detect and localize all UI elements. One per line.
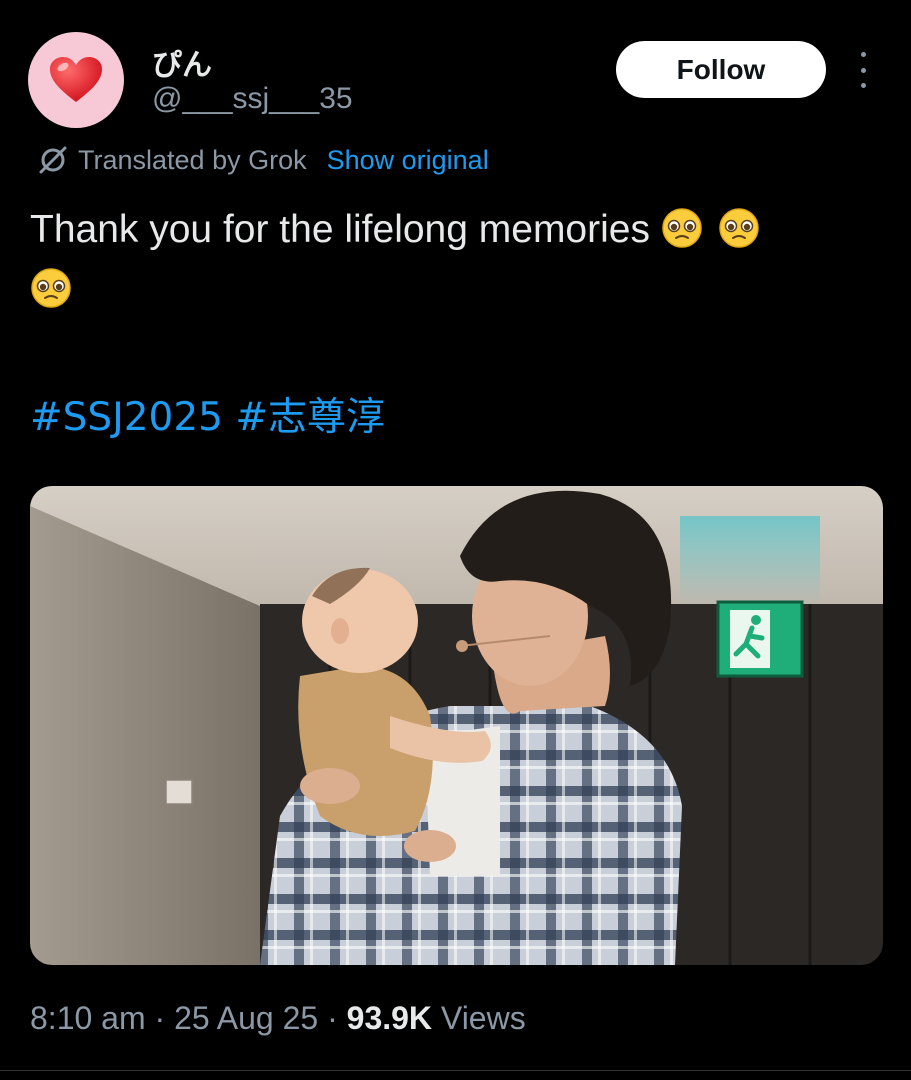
tweet-photo[interactable] — [30, 486, 883, 965]
tweet-time[interactable]: 8:10 am — [30, 1000, 146, 1036]
divider — [0, 1070, 911, 1071]
author-display-name[interactable]: ぴん — [152, 40, 212, 84]
views-label: Views — [440, 1000, 526, 1036]
follow-button[interactable]: Follow — [616, 41, 826, 98]
tweet-text: Thank you for the lifelong memories — [30, 200, 870, 320]
tweet-text-body: Thank you for the lifelong memories — [30, 208, 650, 251]
more-options-icon[interactable] — [852, 52, 874, 88]
red-heart-icon — [50, 57, 102, 102]
pleading-face-emoji-3 — [31, 268, 71, 308]
meta-separator: · — [154, 1000, 166, 1036]
translation-row: Translated by Grok Show original — [36, 142, 489, 178]
avatar[interactable] — [28, 32, 124, 128]
show-original-link[interactable]: Show original — [327, 145, 489, 176]
views-count[interactable]: 93.9K — [347, 1000, 432, 1036]
pleading-face-emoji-1 — [662, 208, 702, 248]
tweet-meta: 8:10 am · 25 Aug 25 · 93.9K Views — [30, 1000, 526, 1037]
translated-by-label: Translated by Grok — [78, 144, 307, 175]
grok-icon — [39, 146, 67, 174]
author-handle[interactable]: @___ssj___35 — [152, 82, 353, 116]
tweet-date[interactable]: 25 Aug 25 — [174, 1000, 318, 1036]
hashtag-ssj2025[interactable]: #SSJ2025 — [30, 395, 223, 440]
hashtags: #SSJ2025 #志尊淳 — [30, 386, 385, 442]
meta-separator: · — [327, 1000, 338, 1036]
hashtag-shison-jun[interactable]: #志尊淳 — [235, 395, 385, 440]
pleading-face-emoji-2 — [718, 208, 759, 248]
